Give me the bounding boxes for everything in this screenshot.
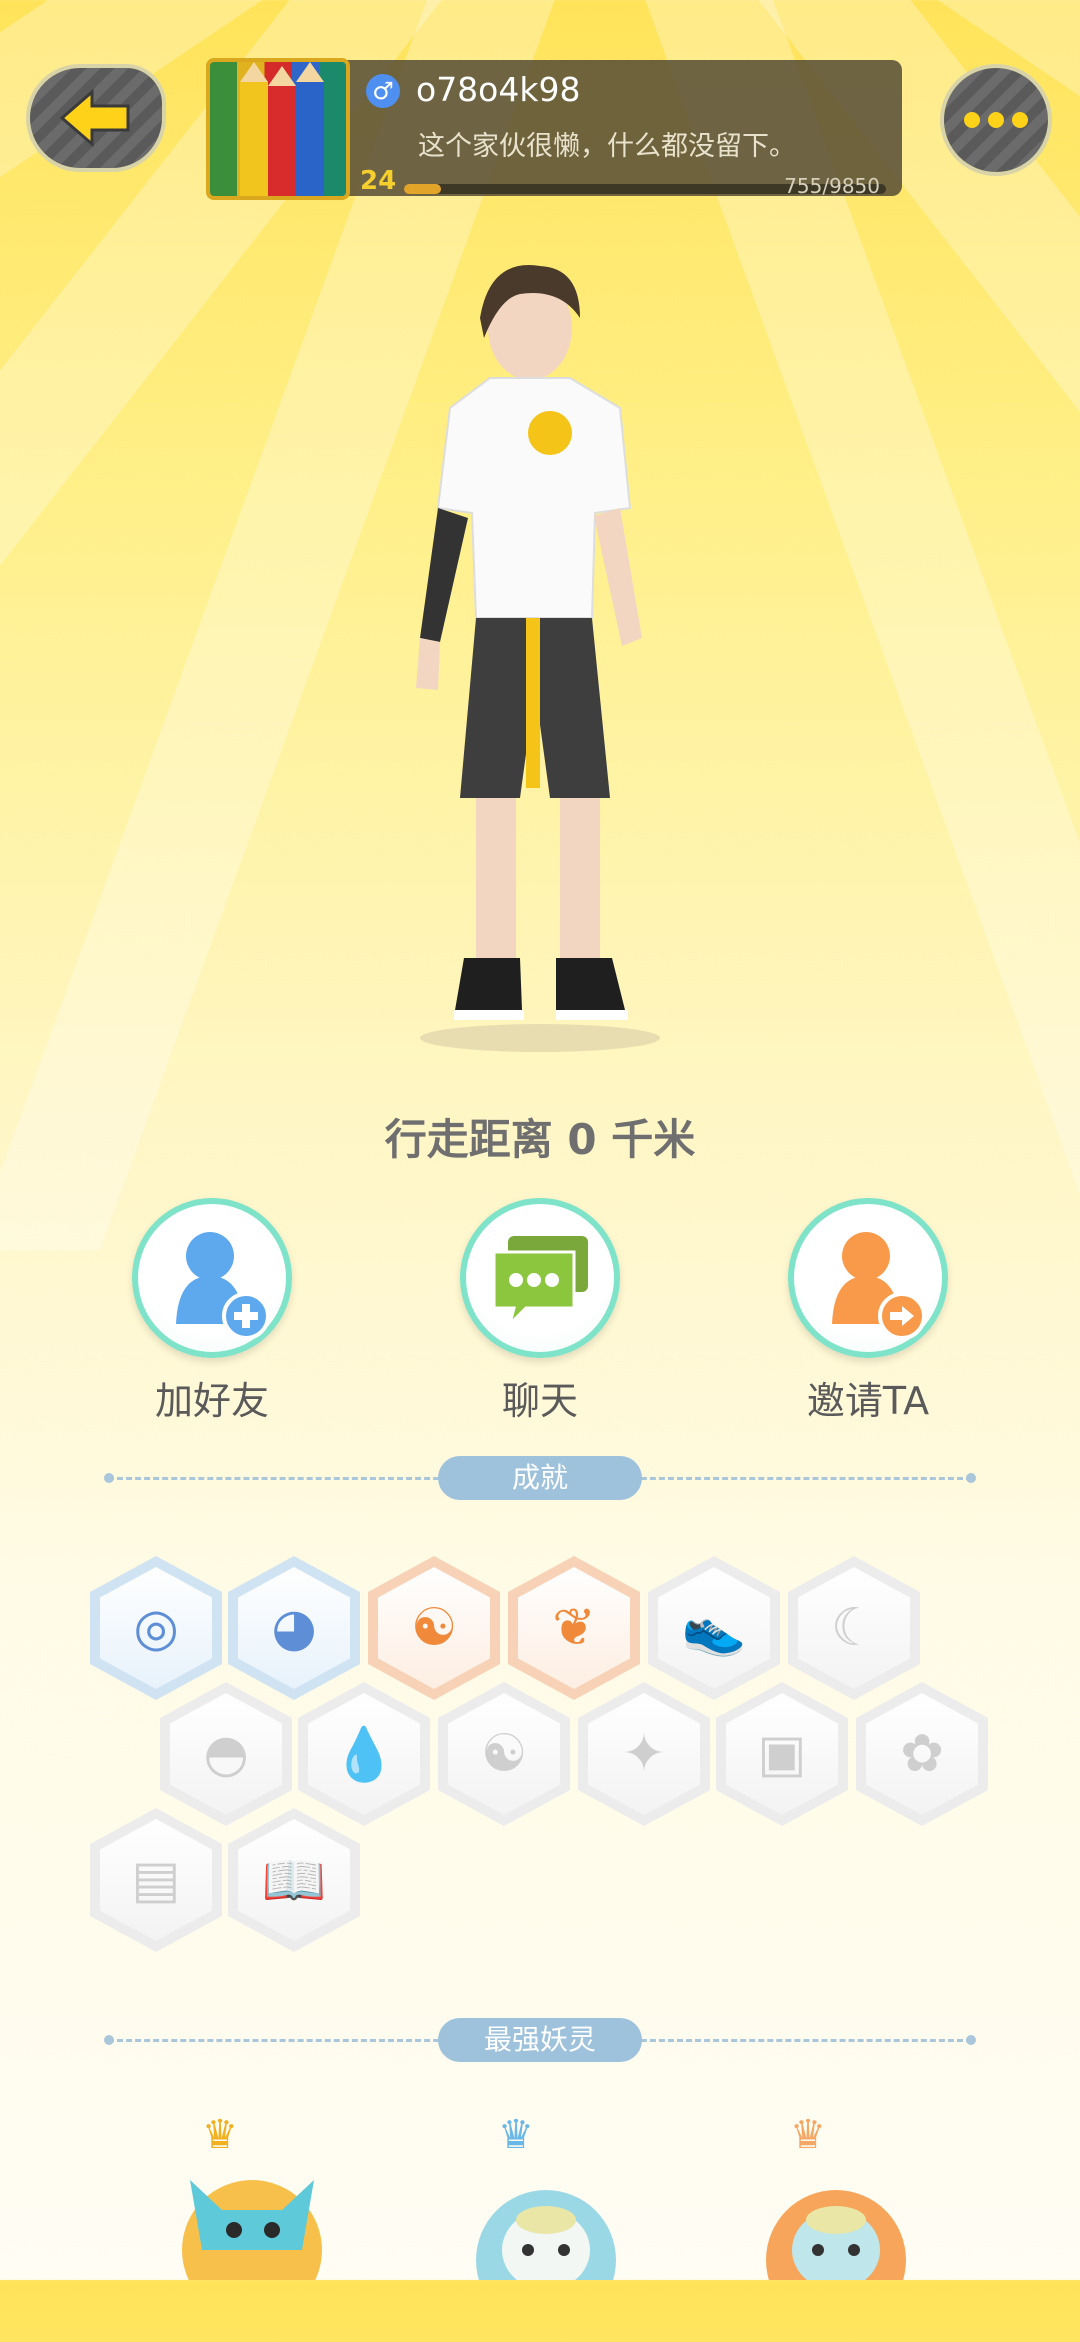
achievement-badge[interactable]: ◓ — [160, 1682, 292, 1826]
divider-dot — [966, 1473, 976, 1483]
dancing-bear-icon: ✿ — [866, 1693, 978, 1815]
spirit-3[interactable] — [756, 2180, 916, 2342]
open-book-icon: 📖 — [238, 1819, 350, 1941]
achievement-badge[interactable]: ◕ — [228, 1556, 360, 1700]
invite-icon — [832, 1232, 926, 1340]
sneaker-icon: 👟 — [658, 1567, 770, 1689]
penguin-spirit-icon — [476, 2190, 616, 2330]
invite-button[interactable]: 邀请TA — [768, 1198, 968, 1425]
achievement-badge[interactable]: 📖 — [228, 1808, 360, 1952]
add-friend-icon — [176, 1232, 270, 1340]
ellipsis-icon — [964, 112, 1028, 128]
walk-distance: 行走距离 0 千米 — [384, 1115, 696, 1164]
pokeball-icon: ◓ — [170, 1693, 282, 1815]
arrow-left-icon — [59, 88, 130, 148]
achievement-badge[interactable]: ▤ — [90, 1808, 222, 1952]
achievement-badge[interactable]: ◎ — [90, 1556, 222, 1700]
add-friend-label: 加好友 — [154, 1379, 269, 1423]
achievement-badge[interactable]: ✿ — [856, 1682, 988, 1826]
character-avatar — [416, 265, 660, 1052]
achievements-title: 成就 — [438, 1456, 642, 1500]
fox-spirit-icon: ✦ — [588, 1693, 700, 1815]
add-friend-button[interactable]: 加好友 — [112, 1198, 312, 1425]
add-friend-circle — [132, 1198, 292, 1358]
achievement-badge[interactable]: ▣ — [716, 1682, 848, 1826]
colored-pencils-icon — [240, 62, 324, 196]
gold-crown-icon: ♛ — [202, 2112, 238, 2158]
user-bio: 这个家伙很懒，什么都没留下。 — [418, 131, 796, 162]
achievement-badge[interactable]: 👟 — [648, 1556, 780, 1700]
achievement-badge[interactable]: ☯ — [438, 1682, 570, 1826]
chat-label: 聊天 — [501, 1379, 578, 1423]
droplet-icon: 💧 — [308, 1693, 420, 1815]
achievement-badge[interactable]: ❦ — [508, 1556, 640, 1700]
invite-label: 邀请TA — [806, 1379, 930, 1423]
gender-male-icon: ♂ — [366, 74, 400, 108]
back-button[interactable] — [26, 64, 166, 172]
username: o78o4k98 — [416, 70, 581, 109]
chat-icon — [492, 1236, 588, 1329]
chat-circle — [460, 1198, 620, 1358]
exp-progress-fill — [404, 184, 442, 194]
moon-icon: ☾ — [798, 1567, 910, 1689]
avatar[interactable] — [206, 58, 350, 200]
level-badge: 24 — [360, 166, 397, 196]
spirit-1[interactable] — [172, 2160, 332, 2322]
koi-fish-icon: ❦ — [518, 1567, 630, 1689]
blue-cat-spirit-icon — [182, 2180, 322, 2320]
robot-cat-icon: ▣ — [726, 1693, 838, 1815]
achievement-badge[interactable]: ☾ — [788, 1556, 920, 1700]
yin-yang-book-icon: ☯ — [378, 1567, 490, 1689]
spirit-2[interactable] — [466, 2180, 626, 2342]
more-button[interactable] — [940, 64, 1052, 176]
chat-button[interactable]: 聊天 — [440, 1198, 640, 1425]
achievement-badge[interactable]: ✦ — [578, 1682, 710, 1826]
achievement-badge[interactable]: 💧 — [298, 1682, 430, 1826]
spirits-title: 最强妖灵 — [438, 2018, 642, 2062]
bronze-crown-icon: ♛ — [790, 2112, 826, 2158]
penguin-spirit-icon — [766, 2190, 906, 2330]
portal-icon: ◎ — [100, 1567, 212, 1689]
scroll-icon: ▤ — [100, 1819, 212, 1941]
exp-text: 755/9850 — [784, 174, 880, 198]
divider-dot — [104, 2035, 114, 2045]
yin-yang-icon: ☯ — [448, 1693, 560, 1815]
achievement-badge[interactable]: ☯ — [368, 1556, 500, 1700]
invite-circle — [788, 1198, 948, 1358]
divider-dot — [104, 1473, 114, 1483]
divider-dot — [966, 2035, 976, 2045]
silver-crown-icon: ♛ — [498, 2112, 534, 2158]
cat-ghost-icon: ◕ — [238, 1567, 350, 1689]
